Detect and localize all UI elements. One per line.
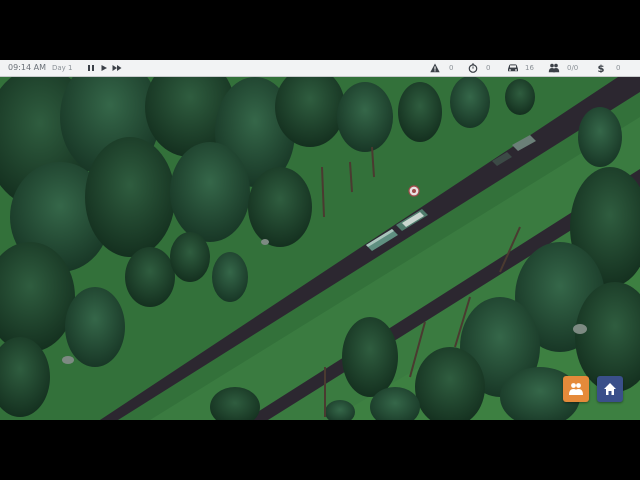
play-icon — [101, 65, 107, 71]
passengers-count: 0/0 — [567, 64, 579, 72]
bus-stop-marker[interactable] — [408, 185, 420, 197]
dollar-icon: $ — [595, 62, 607, 74]
forest-road-scene — [0, 77, 640, 420]
game-viewport[interactable] — [0, 77, 640, 420]
pause-icon — [88, 65, 94, 71]
hud-bar: 09:14 AM Day 1 0 0 16 0/0 $ 0 — [0, 60, 640, 77]
clock-time: 09:14 AM — [8, 63, 46, 72]
home-icon — [604, 383, 616, 395]
stopwatch-icon — [467, 62, 479, 74]
passengers-button[interactable] — [563, 376, 589, 402]
timer-count: 0 — [486, 64, 491, 72]
fast-forward-icon — [112, 65, 122, 71]
svg-text:$: $ — [598, 64, 605, 73]
letterbox-top — [0, 0, 640, 60]
passengers-icon — [548, 62, 560, 74]
fast-forward-button[interactable] — [112, 63, 122, 73]
car-icon — [507, 62, 519, 74]
vehicles-count: 16 — [525, 64, 534, 72]
warning-icon — [429, 62, 441, 74]
warnings-count: 0 — [449, 64, 454, 72]
passengers-icon — [569, 383, 583, 395]
letterbox-bottom — [0, 420, 640, 480]
pause-button[interactable] — [86, 63, 96, 73]
home-button[interactable] — [597, 376, 623, 402]
money-count: 0 — [616, 64, 621, 72]
game-window: 09:14 AM Day 1 0 0 16 0/0 $ 0 — [0, 0, 640, 480]
day-counter: Day 1 — [52, 64, 73, 72]
play-button[interactable] — [99, 63, 109, 73]
